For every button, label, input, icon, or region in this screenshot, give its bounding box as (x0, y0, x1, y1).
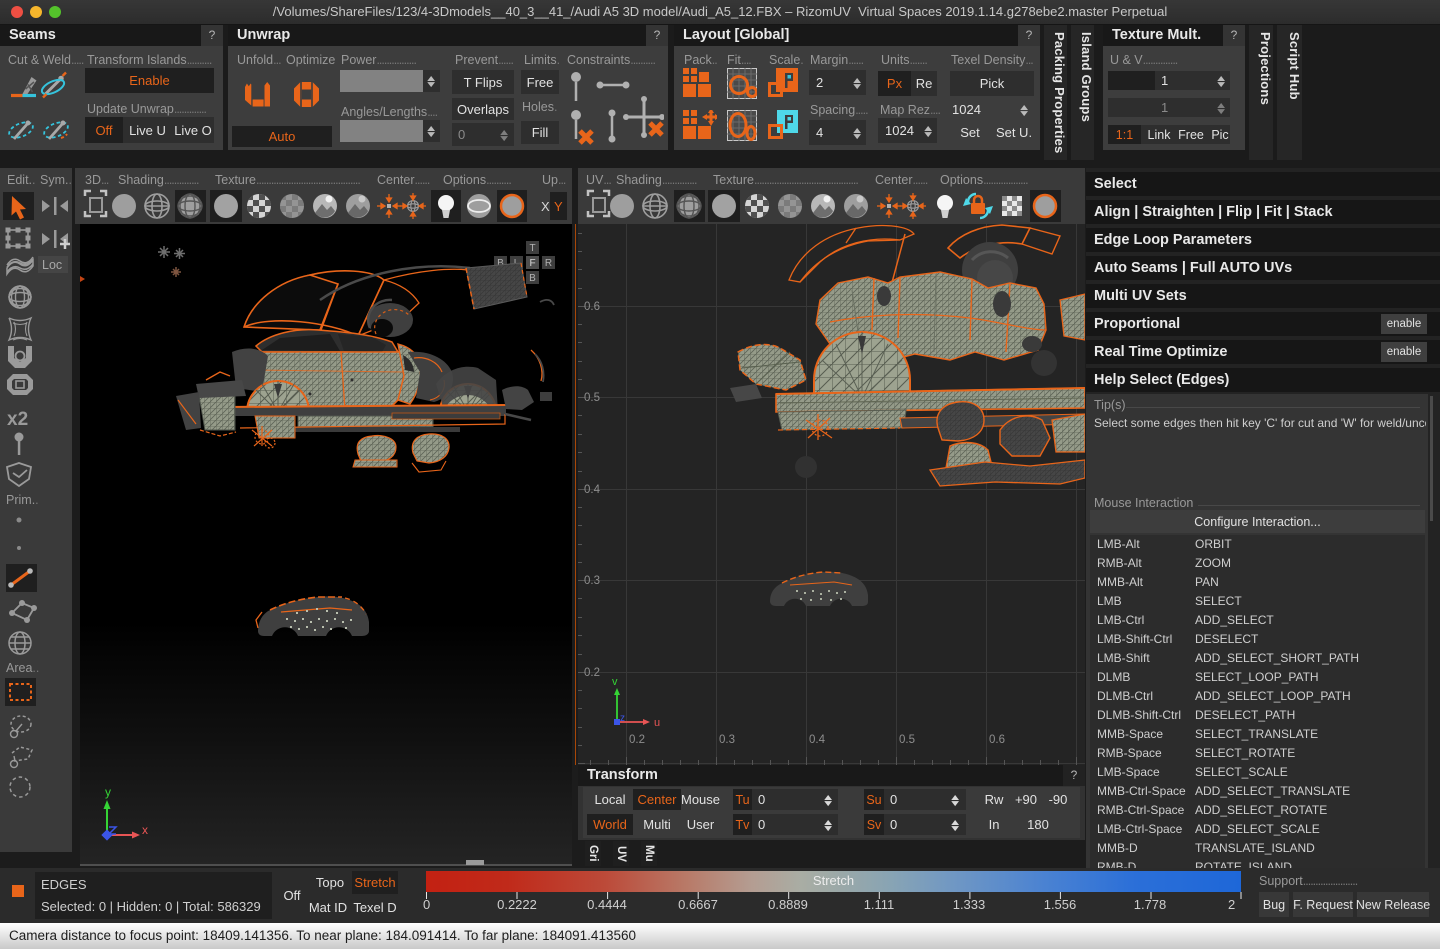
svg-text:x2: x2 (7, 409, 28, 430)
svg-text:Y: Y (554, 199, 563, 214)
svg-text:X: X (541, 199, 550, 214)
svg-text:Prim..: Prim.. (6, 493, 39, 507)
svg-text:Area..: Area.. (6, 661, 39, 675)
svg-text:Loc: Loc (42, 258, 62, 272)
